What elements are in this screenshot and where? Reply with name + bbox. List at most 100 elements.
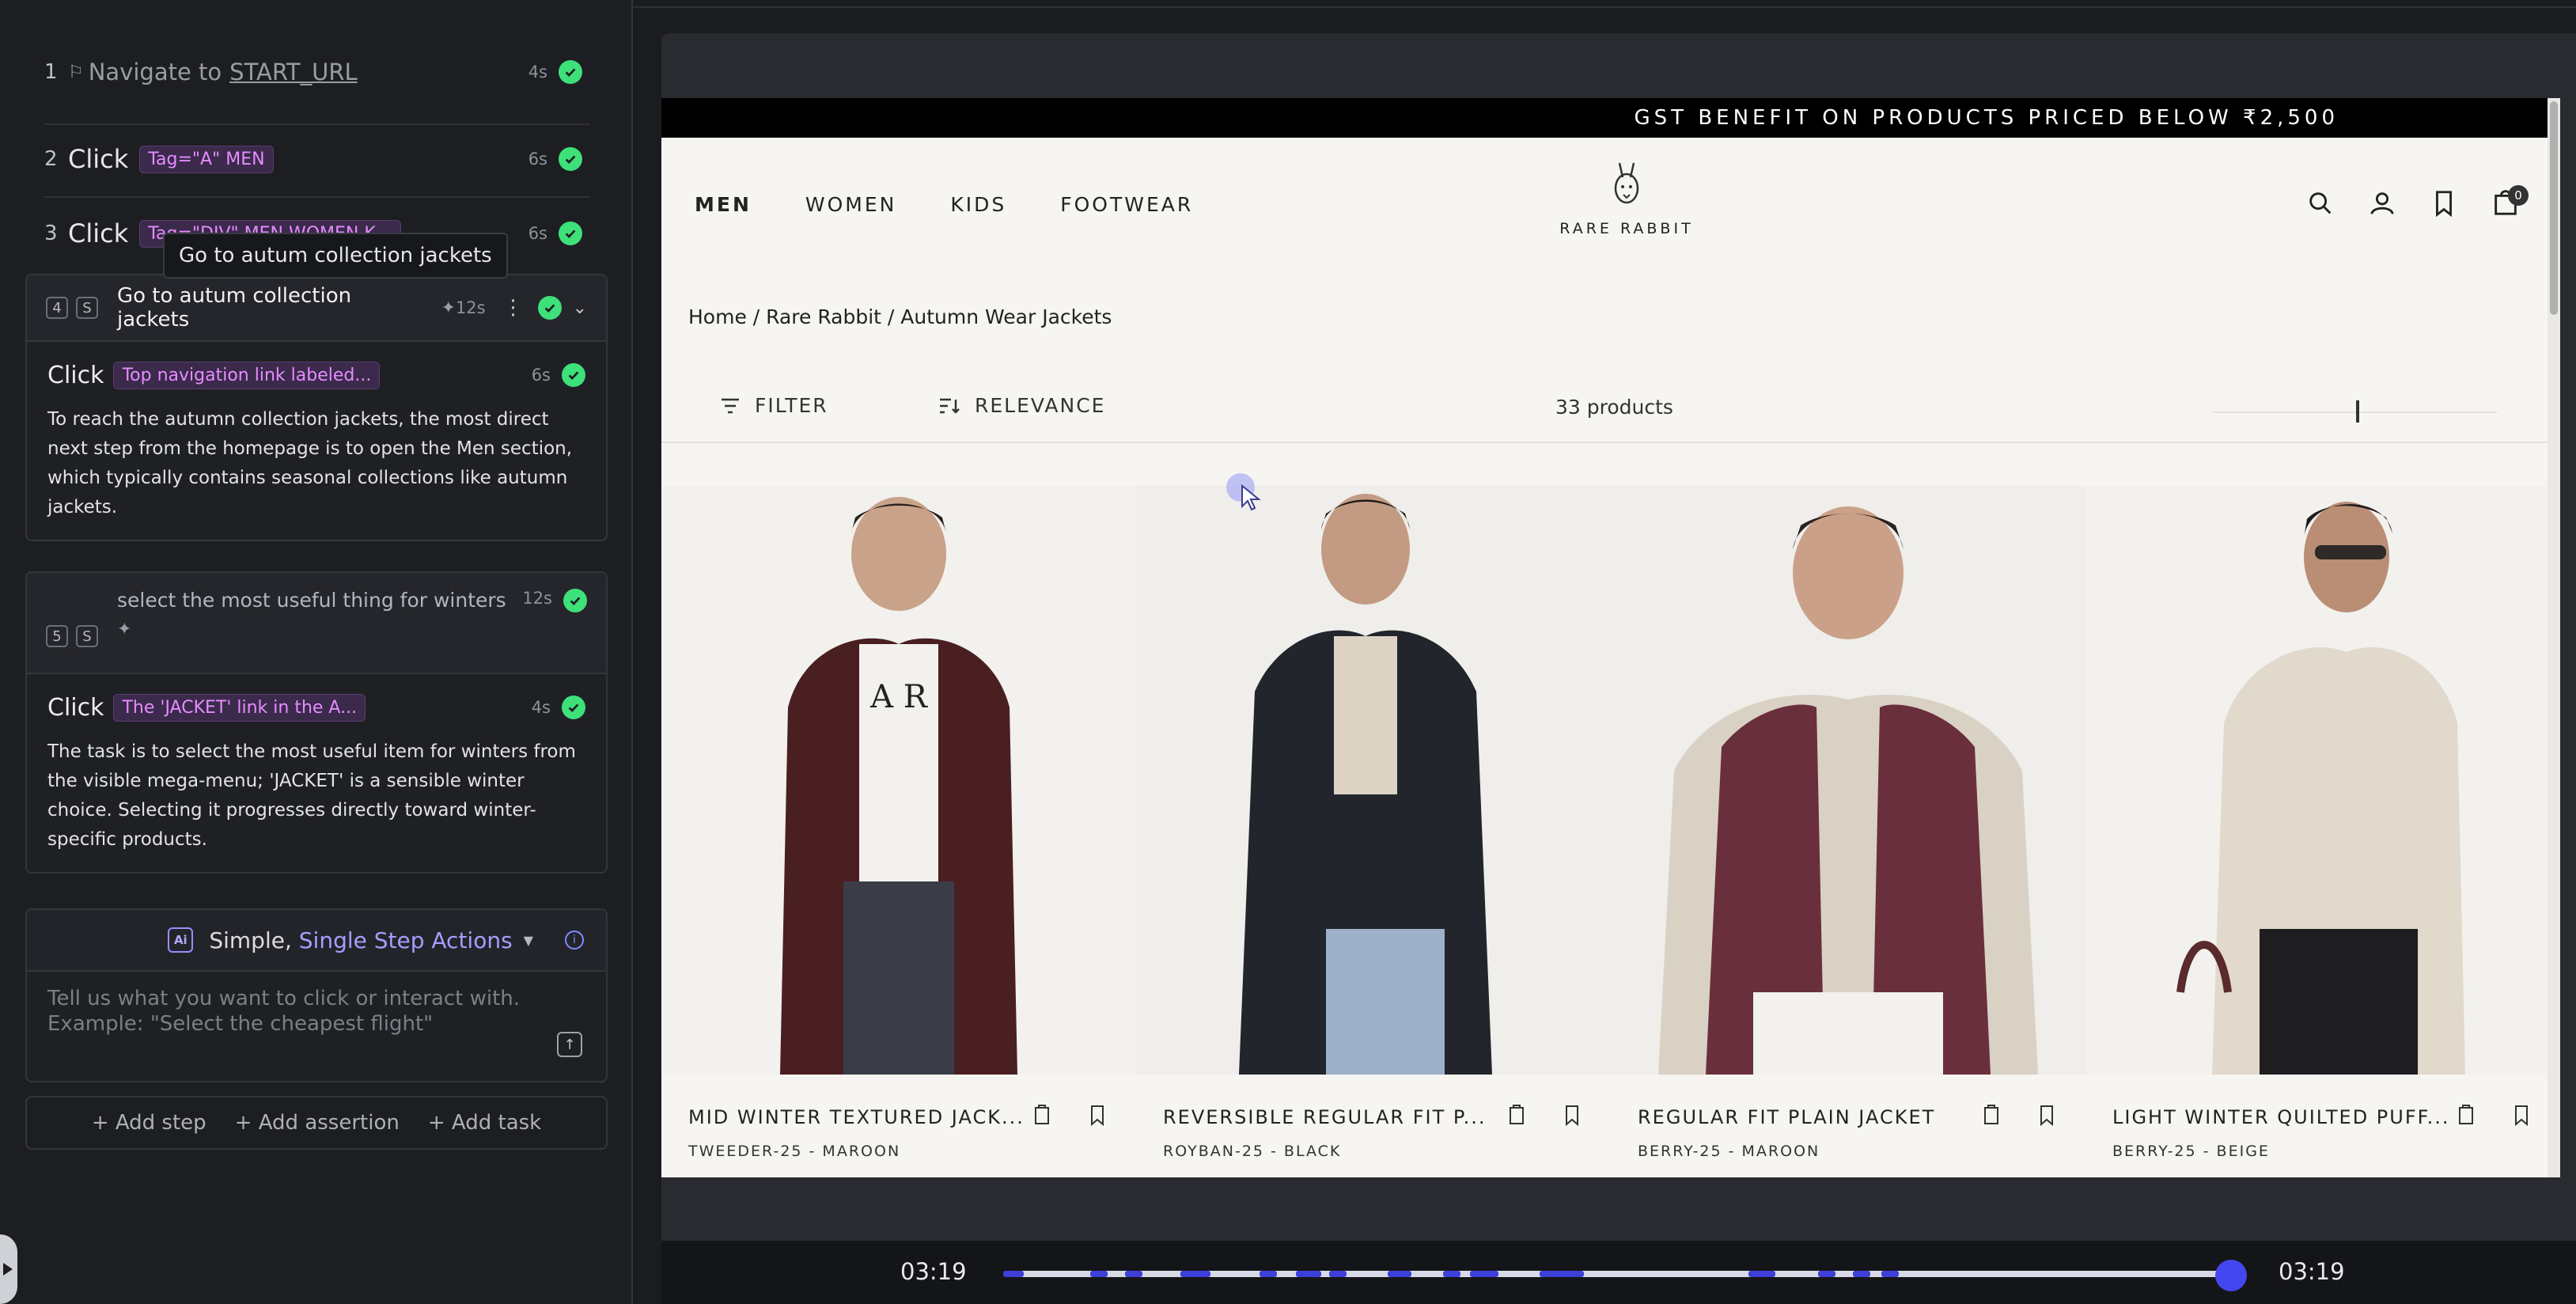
grid-size-handle[interactable] <box>2356 400 2359 423</box>
info-icon[interactable]: i <box>565 931 584 950</box>
timeline-segment <box>1881 1271 1899 1277</box>
timeline-segment <box>1540 1271 1584 1277</box>
wishlist-icon[interactable] <box>2035 1103 2059 1127</box>
quick-add-icon[interactable] <box>1979 1103 2003 1127</box>
sub-step-row[interactable]: Click Top navigation link labeled... 6s <box>47 358 585 392</box>
add-step-button[interactable]: + Add step <box>92 1111 206 1135</box>
timeline-segment <box>1853 1271 1870 1277</box>
step-time: 4s <box>528 63 547 82</box>
grid-size-slider[interactable] <box>2212 411 2497 413</box>
timeline-segment <box>1125 1271 1142 1277</box>
timeline-segment <box>1090 1271 1108 1277</box>
product-image[interactable] <box>2085 486 2560 1075</box>
product-variant: BERRY-25 - BEIGE <box>2112 1143 2270 1160</box>
header-actions: 0 <box>2305 185 2529 220</box>
cart-button[interactable]: 0 <box>2491 185 2529 220</box>
task-header[interactable]: 4 S Go to autum collection jackets ✦ 12s… <box>27 275 606 342</box>
breadcrumb[interactable]: Home / Rare Rabbit / Autumn Wear Jackets <box>688 305 1112 328</box>
add-task-button[interactable]: + Add task <box>428 1111 541 1135</box>
flag-icon: ⚐ <box>68 62 84 82</box>
step-time: 6s <box>528 150 547 169</box>
filter-icon <box>722 398 739 413</box>
timeline-segment <box>1470 1271 1498 1277</box>
sub-step-target-pill: The 'JACKET' link in the A... <box>113 693 366 722</box>
timeline-segment <box>1180 1271 1210 1277</box>
step-action: Click <box>68 218 129 248</box>
search-icon[interactable] <box>2305 188 2335 218</box>
task-type-badge: S <box>75 297 98 319</box>
product-actions <box>1030 1103 1109 1127</box>
sub-step: Click The 'JACKET' link in the A... 4s T… <box>27 674 606 872</box>
quick-add-icon[interactable] <box>2454 1103 2478 1127</box>
product-card[interactable]: REVERSIBLE REGULAR FIT P... ROYBAN-25 - … <box>1136 486 1611 1177</box>
sort-icon <box>940 398 960 414</box>
step-time: 6s <box>528 224 547 243</box>
check-icon <box>559 222 582 245</box>
product-image[interactable] <box>1136 486 1611 1075</box>
cart-count: 0 <box>2508 185 2529 206</box>
filter-label: FILTER <box>755 394 828 417</box>
nav-women[interactable]: WOMEN <box>805 193 896 216</box>
nav-kids[interactable]: KIDS <box>950 193 1006 216</box>
account-icon[interactable] <box>2367 188 2397 218</box>
product-card[interactable]: REGULAR FIT PLAIN JACKET BERRY-25 - MARO… <box>1611 486 2085 1177</box>
wishlist-icon[interactable] <box>1560 1103 1584 1127</box>
product-card[interactable]: LIGHT WINTER QUILTED PUFF... BERRY-25 - … <box>2085 486 2560 1177</box>
product-info: MID WINTER TEXTURED JACK... TWEEDER-25 -… <box>661 1075 1136 1177</box>
logo-text: RARE RABBIT <box>1559 220 1694 237</box>
product-card[interactable]: A R MID WINTER TEXTURED JACK... TWEEDER-… <box>661 486 1136 1177</box>
task-header[interactable]: 5 S select the most useful thing for win… <box>27 573 606 674</box>
product-info: REGULAR FIT PLAIN JACKET BERRY-25 - MARO… <box>1611 1075 2085 1177</box>
mouse-cursor-icon <box>1226 473 1261 511</box>
step-target-pill: Tag="A" MEN <box>139 145 274 173</box>
timeline-segment <box>1443 1271 1460 1277</box>
task-card-4: 4 S Go to autum collection jackets ✦ 12s… <box>25 274 608 541</box>
task-title: select the most useful thing for winters <box>117 589 506 612</box>
steps-panel: 1 ⚐ Navigate to START_URL 4s 2 Click Tag… <box>0 0 633 1304</box>
check-icon <box>562 696 585 719</box>
prompt-input[interactable]: Tell us what you want to click or intera… <box>47 986 522 1037</box>
task-number-badge: 5 <box>46 625 68 647</box>
current-time: 03:19 <box>900 1258 967 1285</box>
check-icon <box>537 296 562 320</box>
sparkle-icon[interactable]: ✦ <box>117 620 506 639</box>
product-count: 33 products <box>1555 396 1673 419</box>
add-assertion-button[interactable]: + Add assertion <box>235 1111 400 1135</box>
sub-step-row[interactable]: Click The 'JACKET' link in the A... 4s <box>47 690 585 725</box>
site-logo[interactable]: RARE RABBIT <box>1540 157 1714 237</box>
nav-men[interactable]: MEN <box>695 193 752 216</box>
sub-step-target-pill: Top navigation link labeled... <box>113 361 381 389</box>
mode-selector[interactable]: Ai Simple, Single Step Actions ▼ i <box>27 910 606 972</box>
sub-step-action: Click <box>47 361 104 389</box>
task-number-badge: 4 <box>46 297 68 319</box>
sparkle-icon[interactable]: ✦ <box>441 298 455 318</box>
quick-add-icon[interactable] <box>1505 1103 1529 1127</box>
add-bar: + Add step + Add assertion + Add task <box>25 1096 608 1150</box>
send-icon[interactable]: ↑ <box>557 1032 582 1057</box>
timeline-track[interactable] <box>1003 1271 2231 1277</box>
wishlist-icon[interactable] <box>1085 1103 1109 1127</box>
scrollbar[interactable] <box>2548 98 2560 1177</box>
timeline-segment <box>1818 1271 1835 1277</box>
check-icon <box>559 60 582 84</box>
step-1[interactable]: 1 ⚐ Navigate to START_URL 4s <box>44 36 582 108</box>
caret-down-icon[interactable]: ▼ <box>524 933 533 948</box>
product-image[interactable] <box>1611 486 2085 1075</box>
expand-panel-handle[interactable] <box>0 1234 17 1304</box>
quick-add-icon[interactable] <box>1030 1103 1054 1127</box>
more-options-icon[interactable]: ⋮ <box>503 296 524 320</box>
product-image[interactable]: A R <box>661 486 1136 1075</box>
scrollbar-thumb[interactable] <box>2550 101 2558 315</box>
bookmark-icon[interactable] <box>2429 188 2459 218</box>
timeline-segment <box>1748 1271 1775 1277</box>
filter-button[interactable]: FILTER <box>720 394 828 417</box>
chevron-down-icon[interactable]: ⌄ <box>573 298 587 318</box>
sort-button[interactable]: RELEVANCE <box>938 394 1105 417</box>
sub-step-description: To reach the autumn collection jackets, … <box>47 409 573 517</box>
timeline-playhead[interactable] <box>2215 1260 2247 1291</box>
sub-step-time: 6s <box>531 366 551 385</box>
product-variant: ROYBAN-25 - BLACK <box>1163 1143 1342 1160</box>
nav-footwear[interactable]: FOOTWEAR <box>1060 193 1193 216</box>
step-2[interactable]: 2 Click Tag="A" MEN 6s <box>44 123 582 195</box>
wishlist-icon[interactable] <box>2510 1103 2533 1127</box>
